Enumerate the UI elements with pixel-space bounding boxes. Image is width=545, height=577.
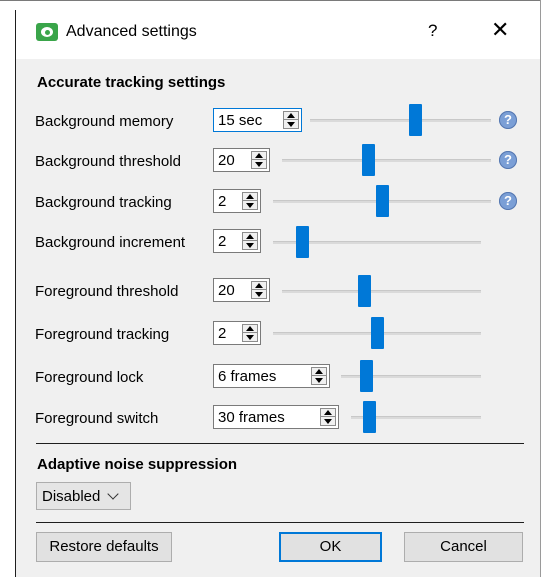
background-increment-slider-thumb[interactable]	[296, 226, 310, 258]
foreground-lock-value: 6 frames	[218, 368, 277, 385]
background-memory-value: 15 sec	[218, 112, 263, 129]
title-bar: Advanced settings ? ✕	[16, 11, 540, 59]
foreground-switch-spinbox[interactable]: 30 frames	[213, 405, 339, 429]
background-increment-value: 2	[218, 233, 227, 250]
foreground-threshold-spinbox[interactable]: 20	[213, 278, 270, 302]
foreground-switch-stepper[interactable]	[320, 408, 336, 426]
background-threshold-slider-thumb[interactable]	[362, 144, 376, 176]
foreground-threshold-value: 20	[218, 282, 235, 299]
background-tracking-value: 2	[218, 193, 227, 210]
background-tracking-stepper[interactable]	[242, 192, 258, 210]
background-memory-stepper[interactable]	[283, 111, 299, 129]
foreground-lock-label: Foreground lock	[35, 369, 144, 386]
ok-button[interactable]: OK	[279, 532, 382, 562]
background-increment-label: Background increment	[35, 234, 186, 251]
foreground-threshold-label: Foreground threshold	[35, 283, 179, 300]
chevron-down-icon	[107, 488, 119, 500]
background-increment-stepper[interactable]	[242, 232, 258, 250]
tracking-section-title: Accurate tracking settings	[37, 74, 226, 91]
foreground-switch-value: 30 frames	[218, 409, 285, 426]
noise-section-title: Adaptive noise suppression	[37, 456, 238, 473]
foreground-tracking-slider-thumb[interactable]	[370, 317, 384, 349]
window-title: Advanced settings	[66, 23, 197, 40]
foreground-threshold-stepper[interactable]	[251, 281, 267, 299]
foreground-switch-slider-thumb[interactable]	[362, 401, 376, 433]
foreground-threshold-slider-thumb[interactable]	[358, 275, 372, 307]
section-divider	[36, 443, 524, 444]
cancel-button[interactable]: Cancel	[404, 532, 523, 562]
help-button[interactable]: ?	[428, 21, 437, 41]
background-tracking-help-icon[interactable]: ?	[499, 192, 517, 210]
background-tracking-spinbox[interactable]: 2	[213, 189, 261, 213]
background-memory-spinbox[interactable]: 15 sec	[213, 108, 302, 132]
background-threshold-slider-track[interactable]	[282, 159, 491, 162]
background-tracking-slider-thumb[interactable]	[375, 185, 389, 217]
background-tracking-label: Background tracking	[35, 194, 172, 211]
background-memory-slider-thumb[interactable]	[409, 104, 423, 136]
background-memory-label: Background memory	[35, 113, 174, 130]
restore-defaults-button[interactable]: Restore defaults	[36, 532, 172, 562]
foreground-tracking-stepper[interactable]	[242, 324, 258, 342]
close-button[interactable]: ✕	[491, 17, 509, 43]
foreground-tracking-value: 2	[218, 325, 227, 342]
noise-suppression-dropdown[interactable]: Disabled	[36, 482, 131, 510]
foreground-threshold-slider-track[interactable]	[282, 290, 481, 293]
window-right-edge	[540, 0, 541, 577]
background-memory-slider-track[interactable]	[310, 119, 491, 122]
dialog-window: Advanced settings ? ✕ Accurate tracking …	[0, 0, 545, 577]
background-threshold-spinbox[interactable]: 20	[213, 148, 270, 172]
background-memory-help-icon[interactable]: ?	[499, 111, 517, 129]
footer-divider	[36, 522, 524, 523]
window-top-edge	[0, 0, 541, 1]
noise-suppression-value: Disabled	[42, 488, 101, 505]
eye-logo-icon	[36, 23, 58, 41]
foreground-tracking-label: Foreground tracking	[35, 326, 170, 343]
foreground-tracking-spinbox[interactable]: 2	[213, 321, 261, 345]
foreground-lock-stepper[interactable]	[311, 367, 327, 385]
background-threshold-label: Background threshold	[35, 153, 181, 170]
background-threshold-help-icon[interactable]: ?	[499, 151, 517, 169]
foreground-lock-slider-thumb[interactable]	[360, 360, 374, 392]
foreground-switch-label: Foreground switch	[35, 410, 159, 427]
background-threshold-stepper[interactable]	[251, 151, 267, 169]
background-increment-spinbox[interactable]: 2	[213, 229, 261, 253]
settings-panel: Accurate tracking settings Background me…	[16, 59, 540, 577]
foreground-lock-spinbox[interactable]: 6 frames	[213, 364, 330, 388]
background-threshold-value: 20	[218, 152, 235, 169]
